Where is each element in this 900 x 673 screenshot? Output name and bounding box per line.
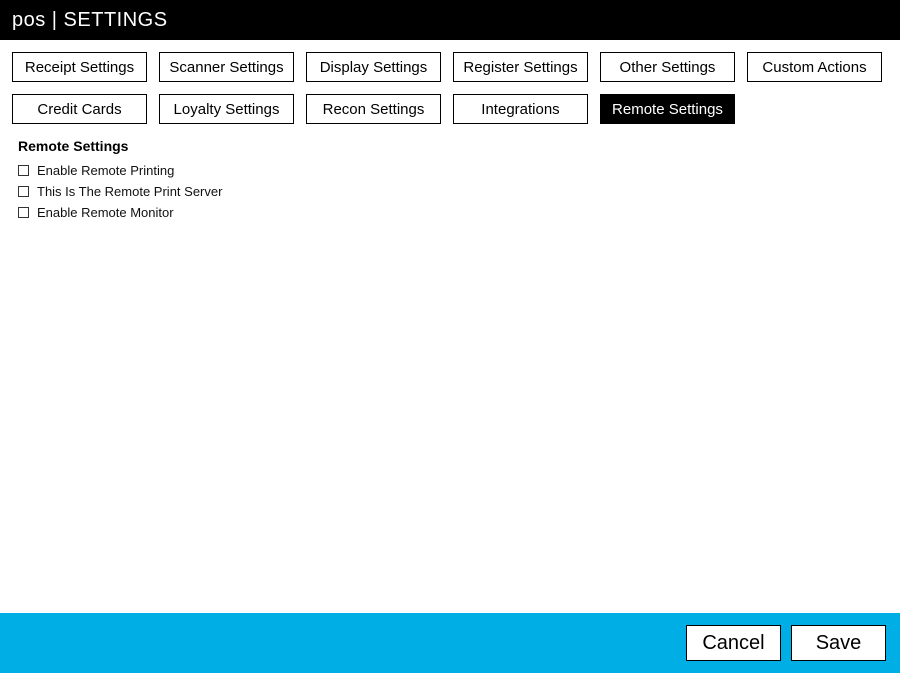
tab-other-settings[interactable]: Other Settings [600, 52, 735, 82]
tab-remote-settings[interactable]: Remote Settings [600, 94, 735, 124]
tab-scanner-settings[interactable]: Scanner Settings [159, 52, 294, 82]
option-label: This Is The Remote Print Server [37, 184, 222, 199]
window-titlebar: pos | SETTINGS [0, 0, 900, 40]
option-remote-print-server[interactable]: This Is The Remote Print Server [18, 181, 882, 202]
checkbox-icon [18, 165, 29, 176]
settings-content: Remote Settings Enable Remote Printing T… [0, 130, 900, 613]
tab-custom-actions[interactable]: Custom Actions [747, 52, 882, 82]
option-enable-remote-monitor[interactable]: Enable Remote Monitor [18, 202, 882, 223]
save-button[interactable]: Save [791, 625, 886, 661]
window-title: pos | SETTINGS [12, 9, 168, 32]
tab-credit-cards[interactable]: Credit Cards [12, 94, 147, 124]
tab-receipt-settings[interactable]: Receipt Settings [12, 52, 147, 82]
tab-recon-settings[interactable]: Recon Settings [306, 94, 441, 124]
tab-register-settings[interactable]: Register Settings [453, 52, 588, 82]
checkbox-icon [18, 186, 29, 197]
option-enable-remote-printing[interactable]: Enable Remote Printing [18, 160, 882, 181]
checkbox-icon [18, 207, 29, 218]
tab-loyalty-settings[interactable]: Loyalty Settings [159, 94, 294, 124]
option-label: Enable Remote Monitor [37, 205, 174, 220]
settings-tab-row: Receipt Settings Scanner Settings Displa… [0, 40, 900, 130]
tab-display-settings[interactable]: Display Settings [306, 52, 441, 82]
cancel-button[interactable]: Cancel [686, 625, 781, 661]
dialog-footer: Cancel Save [0, 613, 900, 673]
section-title: Remote Settings [18, 138, 882, 154]
option-label: Enable Remote Printing [37, 163, 174, 178]
tab-integrations[interactable]: Integrations [453, 94, 588, 124]
